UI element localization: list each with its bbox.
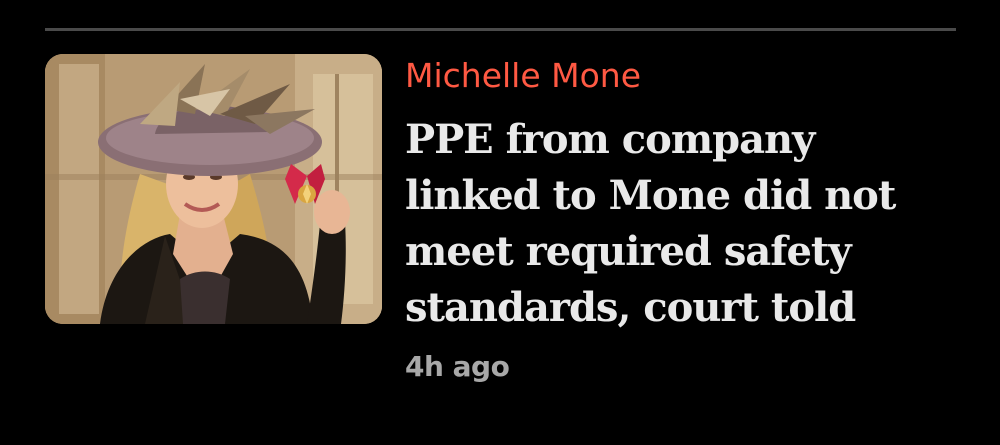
headline-line: PPE from company — [405, 116, 815, 163]
article-card[interactable]: Michelle Mone PPE from company linked to… — [45, 54, 956, 394]
headline-line: meet required safety — [405, 228, 852, 275]
top-divider — [45, 28, 956, 31]
article-timestamp: 4h ago — [405, 350, 510, 383]
portrait-photo — [45, 54, 382, 324]
headline-line: linked to Mone did not — [405, 172, 896, 219]
section-kicker[interactable]: Michelle Mone — [405, 56, 641, 96]
article-thumbnail[interactable] — [45, 54, 382, 324]
page: Michelle Mone PPE from company linked to… — [0, 0, 1000, 445]
headline-line: standards, court told — [405, 284, 856, 331]
article-headline[interactable]: PPE from company linked to Mone did not … — [405, 112, 925, 336]
